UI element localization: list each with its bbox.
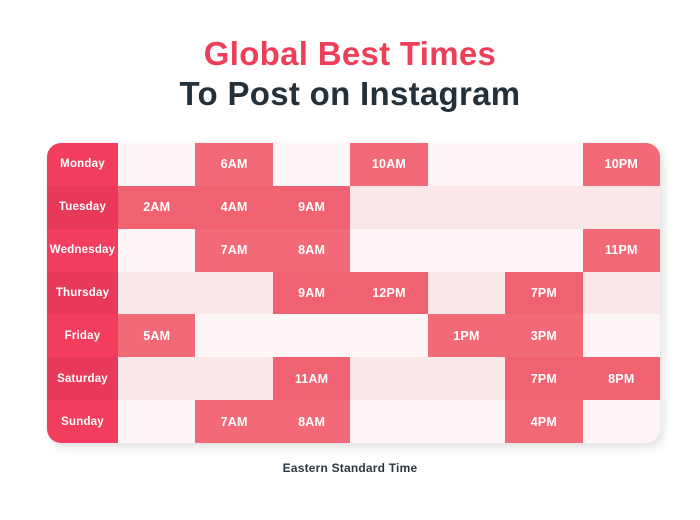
day-label-sunday: Sunday (47, 400, 118, 443)
empty-slot-cell (505, 143, 583, 186)
time-slot-cell: 9AM (272, 185, 351, 229)
empty-slot-cell (118, 271, 196, 315)
heatmap-grid: Monday 6AM 10AM 10PM Tuesday 2AM 4AM 9AM Wednesd… (47, 143, 660, 443)
time-slot-cell: 7AM (195, 228, 273, 272)
day-label-friday: Friday (47, 314, 118, 358)
empty-slot-cell (427, 228, 506, 272)
day-label-wednesday: Wednesday (47, 228, 118, 272)
time-slot-cell: 10AM (350, 143, 428, 186)
time-slot-cell: 2AM (118, 185, 196, 229)
empty-slot-cell (195, 314, 273, 358)
timezone-note: Eastern Standard Time (282, 461, 418, 475)
empty-slot-cell (118, 400, 196, 443)
time-slot-cell: 10PM (582, 143, 660, 186)
empty-slot-cell (118, 143, 196, 186)
empty-slot-cell (272, 314, 351, 358)
empty-slot-cell (582, 314, 660, 358)
best-times-heatmap: Monday 6AM 10AM 10PM Tuesday 2AM 4AM 9AM Wednesd… (47, 143, 660, 443)
time-slot-cell: 4AM (195, 185, 273, 229)
time-slot-cell: 9AM (272, 271, 351, 315)
empty-slot-cell (350, 357, 428, 401)
empty-slot-cell (505, 228, 583, 272)
empty-slot-cell (427, 143, 506, 186)
empty-slot-cell (350, 314, 428, 358)
time-slot-cell: 3PM (505, 314, 583, 358)
empty-slot-cell (272, 143, 351, 186)
empty-slot-cell (350, 185, 428, 229)
time-slot-cell: 8AM (272, 228, 351, 272)
empty-slot-cell (195, 271, 273, 315)
day-label-monday: Monday (47, 143, 118, 186)
time-slot-cell: 8PM (582, 357, 660, 401)
empty-slot-cell (195, 357, 273, 401)
page-title-line-1: Global Best Times (203, 35, 497, 72)
empty-slot-cell (350, 400, 428, 443)
page-title-line-2: To Post on Instagram (179, 75, 521, 112)
time-slot-cell: 1PM (427, 314, 506, 358)
empty-slot-cell (118, 357, 196, 401)
time-slot-cell: 7PM (505, 357, 583, 401)
infographic-page: Global Best Times To Post on Instagram M… (0, 0, 700, 520)
empty-slot-cell (427, 400, 506, 443)
empty-slot-cell (118, 228, 196, 272)
time-slot-cell: 7AM (195, 400, 273, 443)
day-label-tuesday: Tuesday (47, 185, 118, 229)
title-block: Global Best Times To Post on Instagram (0, 34, 700, 114)
time-slot-cell: 7PM (505, 271, 583, 315)
time-slot-cell: 11PM (582, 228, 660, 272)
time-slot-cell: 6AM (195, 143, 273, 186)
empty-slot-cell (427, 185, 506, 229)
time-slot-cell: 11AM (272, 357, 351, 401)
empty-slot-cell (505, 185, 583, 229)
day-label-saturday: Saturday (47, 357, 118, 401)
time-slot-cell: 4PM (505, 400, 583, 443)
time-slot-cell: 8AM (272, 400, 351, 443)
time-slot-cell: 12PM (350, 271, 428, 315)
empty-slot-cell (427, 271, 506, 315)
empty-slot-cell (582, 400, 660, 443)
empty-slot-cell (582, 271, 660, 315)
day-label-thursday: Thursday (47, 271, 118, 315)
empty-slot-cell (582, 185, 660, 229)
empty-slot-cell (350, 228, 428, 272)
time-slot-cell: 5AM (118, 314, 196, 358)
empty-slot-cell (427, 357, 506, 401)
